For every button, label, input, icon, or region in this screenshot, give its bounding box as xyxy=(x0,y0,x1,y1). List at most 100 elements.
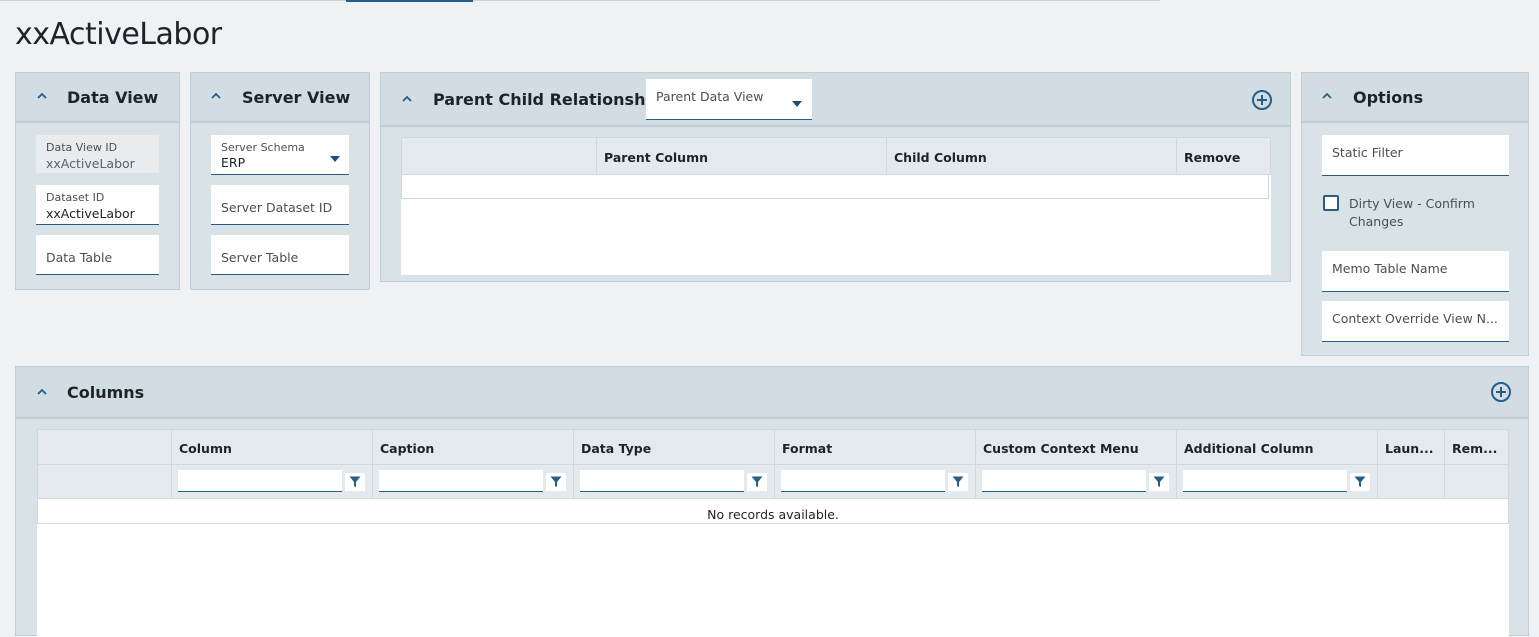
custom-context-menu-filter-button[interactable] xyxy=(1149,473,1169,491)
filter-cell-data-type xyxy=(573,465,774,498)
header-cell-remove[interactable]: Remove xyxy=(1176,138,1272,173)
server-dataset-id-placeholder: Server Dataset ID xyxy=(221,200,333,215)
options-panel: Options Static Filter Dirty View - Confi… xyxy=(1301,72,1529,356)
additional-column-filter-input[interactable] xyxy=(1183,470,1347,492)
data-view-title: Data View xyxy=(67,88,159,107)
dataview-id-label: Data View ID xyxy=(46,141,118,154)
data-view-panel-header[interactable]: Data View xyxy=(16,73,179,123)
context-override-field[interactable]: Context Override View N... xyxy=(1322,301,1509,342)
empty-row xyxy=(401,175,1269,199)
options-title: Options xyxy=(1353,88,1424,107)
header-cell-blank xyxy=(38,430,171,465)
parent-child-panel-header[interactable]: Parent Child Relationships Parent Data V… xyxy=(381,73,1290,127)
parent-child-grid: Parent Column Child Column Remove xyxy=(401,137,1271,275)
parent-child-title: Parent Child Relationships xyxy=(433,90,672,109)
filter-cell-caption xyxy=(372,465,573,498)
filter-icon xyxy=(1354,476,1366,487)
filter-cell-blank xyxy=(38,465,171,498)
server-schema-value: ERP xyxy=(221,155,246,170)
server-view-panel: Server View Server Schema ERP Server Dat… xyxy=(190,72,370,290)
active-tab-indicator xyxy=(346,0,473,2)
server-view-title: Server View xyxy=(242,88,351,107)
plus-circle-icon[interactable] xyxy=(1251,89,1273,111)
header-cell-format[interactable]: Format xyxy=(774,430,975,465)
header-cell-data-type[interactable]: Data Type xyxy=(573,430,774,465)
dataset-id-value: xxActiveLabor xyxy=(46,206,135,221)
columns-panel-header[interactable]: Columns xyxy=(16,367,1528,419)
filter-cell-remove xyxy=(1444,465,1510,498)
columns-grid-header: Column Caption Data Type Format Custom C… xyxy=(37,429,1509,465)
filter-cell-launch xyxy=(1377,465,1444,498)
header-cell-custom-context-menu[interactable]: Custom Context Menu xyxy=(975,430,1176,465)
top-divider xyxy=(0,0,1160,1)
dataset-id-field[interactable]: Dataset ID xxActiveLabor xyxy=(36,185,159,225)
dataview-id-field: Data View ID xxActiveLabor xyxy=(36,135,159,173)
chevron-up-icon[interactable] xyxy=(209,89,223,103)
no-records-message: No records available. xyxy=(707,507,839,522)
filter-icon xyxy=(751,476,763,487)
format-filter-input[interactable] xyxy=(781,470,945,492)
caret-down-icon[interactable] xyxy=(792,101,802,107)
dirty-view-label: Dirty View - Confirm Changes xyxy=(1349,196,1475,229)
format-filter-button[interactable] xyxy=(948,473,968,491)
columns-title: Columns xyxy=(67,383,145,402)
column-filter-input[interactable] xyxy=(178,470,342,492)
chevron-up-icon[interactable] xyxy=(1320,89,1334,103)
caret-down-icon[interactable] xyxy=(330,156,340,162)
parent-child-panel: Parent Child Relationships Parent Data V… xyxy=(380,72,1291,282)
header-cell-caption[interactable]: Caption xyxy=(372,430,573,465)
filter-icon xyxy=(550,476,562,487)
data-view-panel: Data View Data View ID xxActiveLabor Dat… xyxy=(15,72,180,290)
dataview-id-value: xxActiveLabor xyxy=(46,156,135,171)
server-dataset-id-field[interactable]: Server Dataset ID xyxy=(211,185,349,225)
server-schema-label: Server Schema xyxy=(221,141,305,154)
chevron-up-icon[interactable] xyxy=(35,385,49,399)
data-type-filter-input[interactable] xyxy=(580,470,744,492)
memo-table-name-placeholder: Memo Table Name xyxy=(1332,261,1448,276)
server-table-placeholder: Server Table xyxy=(221,250,299,265)
header-cell-blank xyxy=(402,138,596,173)
page-title: xxActiveLabor xyxy=(15,17,222,52)
dataset-id-label: Dataset ID xyxy=(46,191,105,204)
filter-cell-format xyxy=(774,465,975,498)
dirty-view-checkbox[interactable] xyxy=(1323,195,1339,211)
server-table-field[interactable]: Server Table xyxy=(211,235,349,275)
header-cell-additional-column[interactable]: Additional Column xyxy=(1176,430,1377,465)
context-override-placeholder: Context Override View N... xyxy=(1332,311,1498,326)
static-filter-field[interactable]: Static Filter xyxy=(1322,135,1509,176)
filter-cell-additional-column xyxy=(1176,465,1377,498)
static-filter-placeholder: Static Filter xyxy=(1332,145,1403,160)
data-type-filter-button[interactable] xyxy=(747,473,767,491)
no-records-row: No records available. xyxy=(37,499,1509,524)
filter-icon xyxy=(349,476,361,487)
caption-filter-button[interactable] xyxy=(546,473,566,491)
data-table-field[interactable]: Data Table xyxy=(36,235,159,275)
parent-data-view-select[interactable]: Parent Data View xyxy=(646,79,812,120)
header-cell-column[interactable]: Column xyxy=(171,430,372,465)
header-cell-parent-column[interactable]: Parent Column xyxy=(596,138,886,173)
header-cell-child-column[interactable]: Child Column xyxy=(886,138,1176,173)
parent-child-grid-header: Parent Column Child Column Remove xyxy=(401,137,1271,175)
server-schema-select[interactable]: Server Schema ERP xyxy=(211,135,349,175)
filter-icon xyxy=(952,476,964,487)
header-cell-remove[interactable]: Rem... xyxy=(1444,430,1510,465)
custom-context-menu-filter-input[interactable] xyxy=(982,470,1146,492)
data-table-placeholder: Data Table xyxy=(46,250,113,265)
plus-circle-icon[interactable] xyxy=(1490,381,1512,403)
filter-row xyxy=(37,465,1509,499)
columns-grid: Column Caption Data Type Format Custom C… xyxy=(37,429,1509,637)
server-view-panel-header[interactable]: Server View xyxy=(191,73,369,123)
column-filter-button[interactable] xyxy=(345,473,365,491)
filter-cell-custom-context-menu xyxy=(975,465,1176,498)
memo-table-name-field[interactable]: Memo Table Name xyxy=(1322,251,1509,292)
chevron-up-icon[interactable] xyxy=(400,92,414,106)
filter-icon xyxy=(1153,476,1165,487)
columns-panel: Columns Column Caption Data Type Format … xyxy=(15,366,1529,637)
header-cell-launch[interactable]: Laun... xyxy=(1377,430,1444,465)
options-panel-header[interactable]: Options xyxy=(1302,73,1528,123)
additional-column-filter-button[interactable] xyxy=(1350,473,1370,491)
parent-data-view-placeholder: Parent Data View xyxy=(656,89,764,104)
caption-filter-input[interactable] xyxy=(379,470,543,492)
chevron-up-icon[interactable] xyxy=(35,89,49,103)
filter-cell-column xyxy=(171,465,372,498)
